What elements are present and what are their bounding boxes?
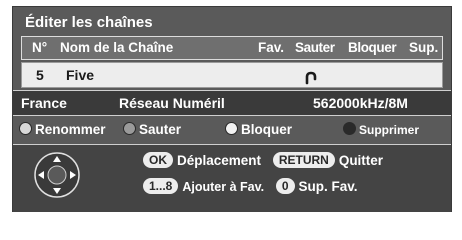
- edit-channels-panel: Éditer les chaînes N° Nom de la Chaîne F…: [12, 6, 452, 212]
- ok-help-text: Déplacement: [177, 153, 262, 168]
- channel-name: Five: [66, 67, 95, 83]
- return-key-badge: RETURN: [272, 152, 335, 168]
- zero-help-text: Sup. Fav.: [298, 179, 358, 194]
- help-line-2: 1...8 Ajouter à Fav. 0 Sup. Fav.: [143, 177, 358, 197]
- fav-key-badge: 1...8: [143, 178, 179, 194]
- skip-key[interactable]: Sauter: [123, 119, 181, 141]
- col-favorite: Fav.: [258, 40, 285, 55]
- lock-label: Bloquer: [241, 122, 293, 137]
- column-header-row: N° Nom de la Chaîne Fav. Sauter Bloquer …: [21, 36, 443, 60]
- network-name: Réseau Numéril: [119, 95, 225, 111]
- rename-key[interactable]: Renommer: [19, 119, 106, 141]
- lock-key[interactable]: Bloquer: [225, 119, 292, 141]
- channel-number: 5: [36, 67, 44, 83]
- network-frequency: 562000kHz/8M: [313, 95, 408, 111]
- network-country: France: [21, 95, 67, 111]
- yellow-key-icon: [225, 122, 238, 135]
- padlock-icon: [304, 68, 318, 92]
- col-number: N°: [32, 40, 48, 55]
- network-info-bar: France Réseau Numéril 562000kHz/8M: [13, 90, 451, 116]
- skip-label: Sauter: [139, 122, 182, 137]
- green-key-icon: [123, 122, 136, 135]
- delete-label: Supprimer: [359, 123, 420, 137]
- help-footer: OK Déplacement RETURN Quitter 1...8 Ajouter…: [13, 144, 451, 212]
- col-lock: Bloquer: [348, 40, 397, 55]
- zero-key-badge: 0: [275, 178, 295, 194]
- page-title: Éditer les chaînes: [25, 14, 153, 31]
- tv-osd-screen: Éditer les chaînes N° Nom de la Chaîne F…: [0, 0, 462, 218]
- rename-label: Renommer: [35, 122, 106, 137]
- help-line-1: OK Déplacement RETURN Quitter: [143, 151, 383, 171]
- channel-row[interactable]: 5 Five: [21, 62, 443, 88]
- return-help-text: Quitter: [338, 153, 384, 168]
- col-delete: Sup.: [409, 40, 439, 55]
- delete-key[interactable]: Supprimer: [343, 119, 419, 141]
- red-key-icon: [19, 122, 32, 135]
- fav-help-text: Ajouter à Fav.: [182, 180, 265, 194]
- blue-key-icon: [343, 122, 356, 135]
- col-skip: Sauter: [295, 40, 335, 55]
- dpad-icon[interactable]: [33, 151, 81, 199]
- color-key-bar: Renommer Sauter Bloquer Supprimer: [13, 119, 451, 141]
- col-channel-name: Nom de la Chaîne: [60, 40, 174, 55]
- ok-key-badge: OK: [143, 152, 173, 168]
